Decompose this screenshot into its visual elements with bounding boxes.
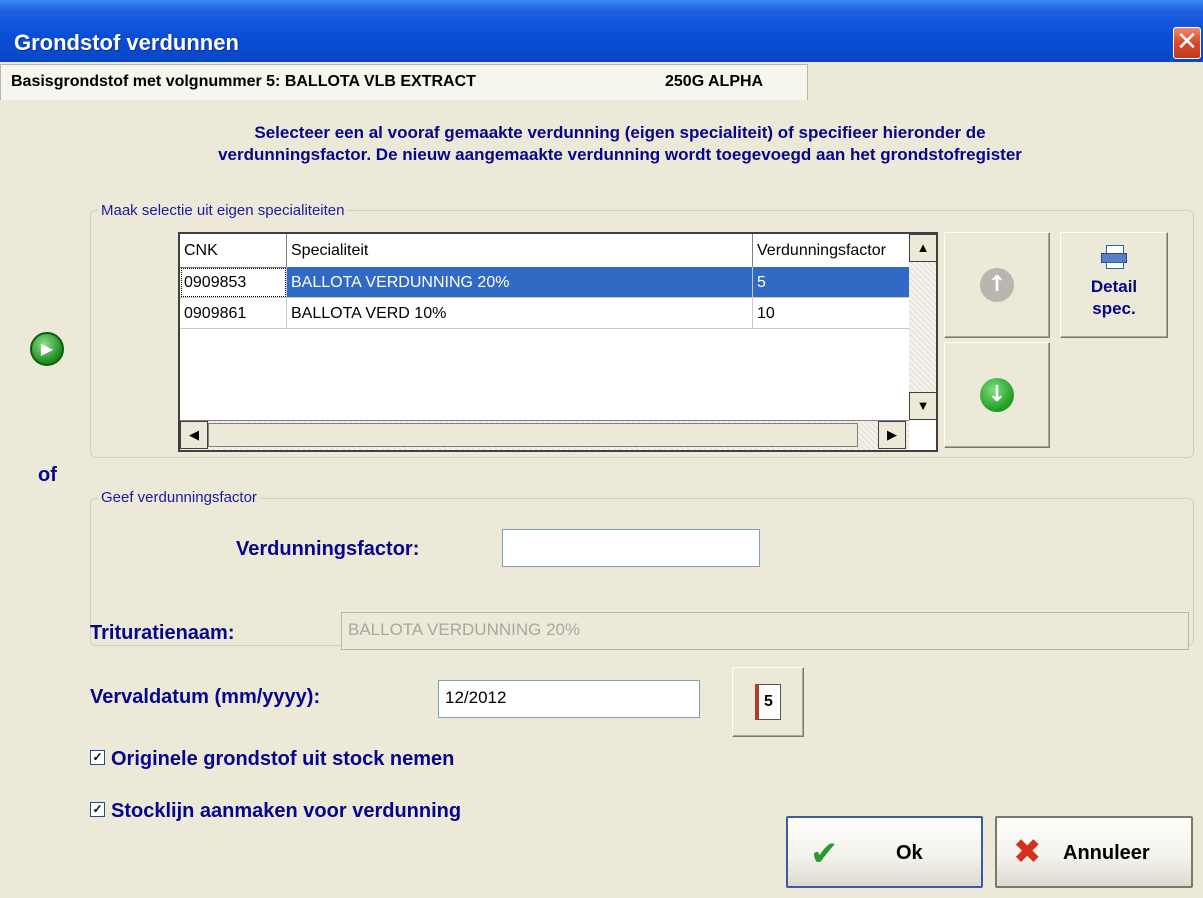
scroll-right-arrow-icon[interactable]: ▶ [878, 421, 906, 449]
calendar-button[interactable]: 5 [732, 667, 804, 737]
calendar-day: 5 [764, 693, 773, 710]
annuleer-button[interactable]: ✖ Annuleer [995, 816, 1193, 888]
checkbox-stocklijn[interactable]: ✓ Stocklijn aanmaken voor verdunning [90, 800, 461, 823]
arrow-down-icon: ↓ [980, 378, 1014, 412]
annuleer-label: Annuleer [1063, 842, 1150, 864]
window-title: Grondstof verdunnen [14, 30, 239, 55]
vertical-scrollbar[interactable]: ▲ ▼ [909, 234, 936, 420]
detail-spec-label-1: Detail [1090, 277, 1138, 296]
dialog-body: Basisgrondstof met volgnummer 5: BALLOTA… [0, 62, 1203, 898]
cell-factor: 5 [753, 267, 910, 298]
instructions-text: Selecteer een al vooraf gemaakte verdunn… [80, 122, 1160, 166]
basis-grondstof-size: 250G ALPHA [665, 73, 764, 90]
checkbox-icon[interactable]: ✓ [90, 750, 105, 766]
column-header-verdunningsfactor[interactable]: Verdunningsfactor [753, 234, 910, 267]
selection-group-legend: Maak selectie uit eigen specialiteiten [98, 202, 348, 219]
vervaldatum-label: Vervaldatum (mm/yyyy): [90, 686, 321, 708]
header-strip: Basisgrondstof met volgnummer 5: BALLOTA… [0, 62, 1203, 100]
instructions-line-2: verdunningsfactor. De nieuw aangemaakte … [218, 145, 1022, 164]
play-circle-icon[interactable]: ▶ [30, 332, 64, 366]
specialiteiten-grid[interactable]: CNK Specialiteit Verdunningsfactor 09098… [178, 232, 938, 452]
arrow-up-icon: ↑ [980, 268, 1014, 302]
ok-label: Ok [896, 842, 923, 864]
cell-cnk: 0909861 [180, 298, 287, 329]
checkmark-icon: ✔ [810, 834, 839, 874]
scroll-left-arrow-icon[interactable]: ◀ [180, 421, 208, 449]
cell-specialiteit: BALLOTA VERD 10% [287, 298, 753, 329]
title-bar: Grondstof verdunnen ✕ [0, 0, 1203, 62]
table-row[interactable]: 0909861 BALLOTA VERD 10% 10 [180, 298, 910, 329]
cancel-x-icon: ✖ [1013, 832, 1042, 872]
verdunningsfactor-input[interactable] [502, 529, 760, 567]
cell-specialiteit: BALLOTA VERDUNNING 20% [287, 267, 753, 298]
checkbox-label: Originele grondstof uit stock nemen [111, 748, 455, 770]
printer-icon [1101, 245, 1127, 269]
scroll-up-arrow-icon[interactable]: ▲ [909, 234, 936, 262]
ok-button[interactable]: ✔ Ok [786, 816, 983, 888]
verdunningsfactor-label: Verdunningsfactor: [236, 538, 420, 560]
checkbox-icon[interactable]: ✓ [90, 802, 105, 818]
scroll-thumb[interactable] [208, 423, 858, 447]
detail-spec-label-2: spec. [1092, 299, 1136, 318]
table-row[interactable]: 0909853 BALLOTA VERDUNNING 20% 5 [180, 267, 910, 298]
column-header-specialiteit[interactable]: Specialiteit [287, 234, 753, 267]
factor-group-legend: Geef verdunningsfactor [98, 489, 260, 506]
cell-cnk: 0909853 [180, 267, 287, 298]
column-header-cnk[interactable]: CNK [180, 234, 287, 267]
detail-spec-button[interactable]: Detail spec. [1060, 232, 1168, 338]
instructions-line-1: Selecteer een al vooraf gemaakte verdunn… [254, 123, 986, 142]
move-down-button[interactable]: ↓ [944, 342, 1050, 448]
close-icon: ✕ [1176, 27, 1198, 57]
scroll-down-arrow-icon[interactable]: ▼ [909, 392, 936, 420]
horizontal-scrollbar[interactable]: ◀ ▶ [180, 420, 909, 450]
trituratienaam-input[interactable]: BALLOTA VERDUNNING 20% [341, 612, 1189, 650]
close-button[interactable]: ✕ [1173, 27, 1201, 59]
cell-factor: 10 [753, 298, 910, 329]
basis-grondstof-label: Basisgrondstof met volgnummer 5: BALLOTA… [11, 73, 476, 90]
vervaldatum-input[interactable]: 12/2012 [438, 680, 700, 718]
basis-grondstof-panel: Basisgrondstof met volgnummer 5: BALLOTA… [0, 64, 808, 100]
trituratienaam-label: Trituratienaam: [90, 622, 235, 644]
checkbox-originele-grondstof[interactable]: ✓ Originele grondstof uit stock nemen [90, 748, 454, 771]
or-label: of [38, 464, 57, 486]
grid-header: CNK Specialiteit Verdunningsfactor [180, 234, 910, 268]
checkbox-label: Stocklijn aanmaken voor verdunning [111, 800, 462, 822]
move-up-button[interactable]: ↑ [944, 232, 1050, 338]
calendar-icon: 5 [755, 684, 781, 720]
